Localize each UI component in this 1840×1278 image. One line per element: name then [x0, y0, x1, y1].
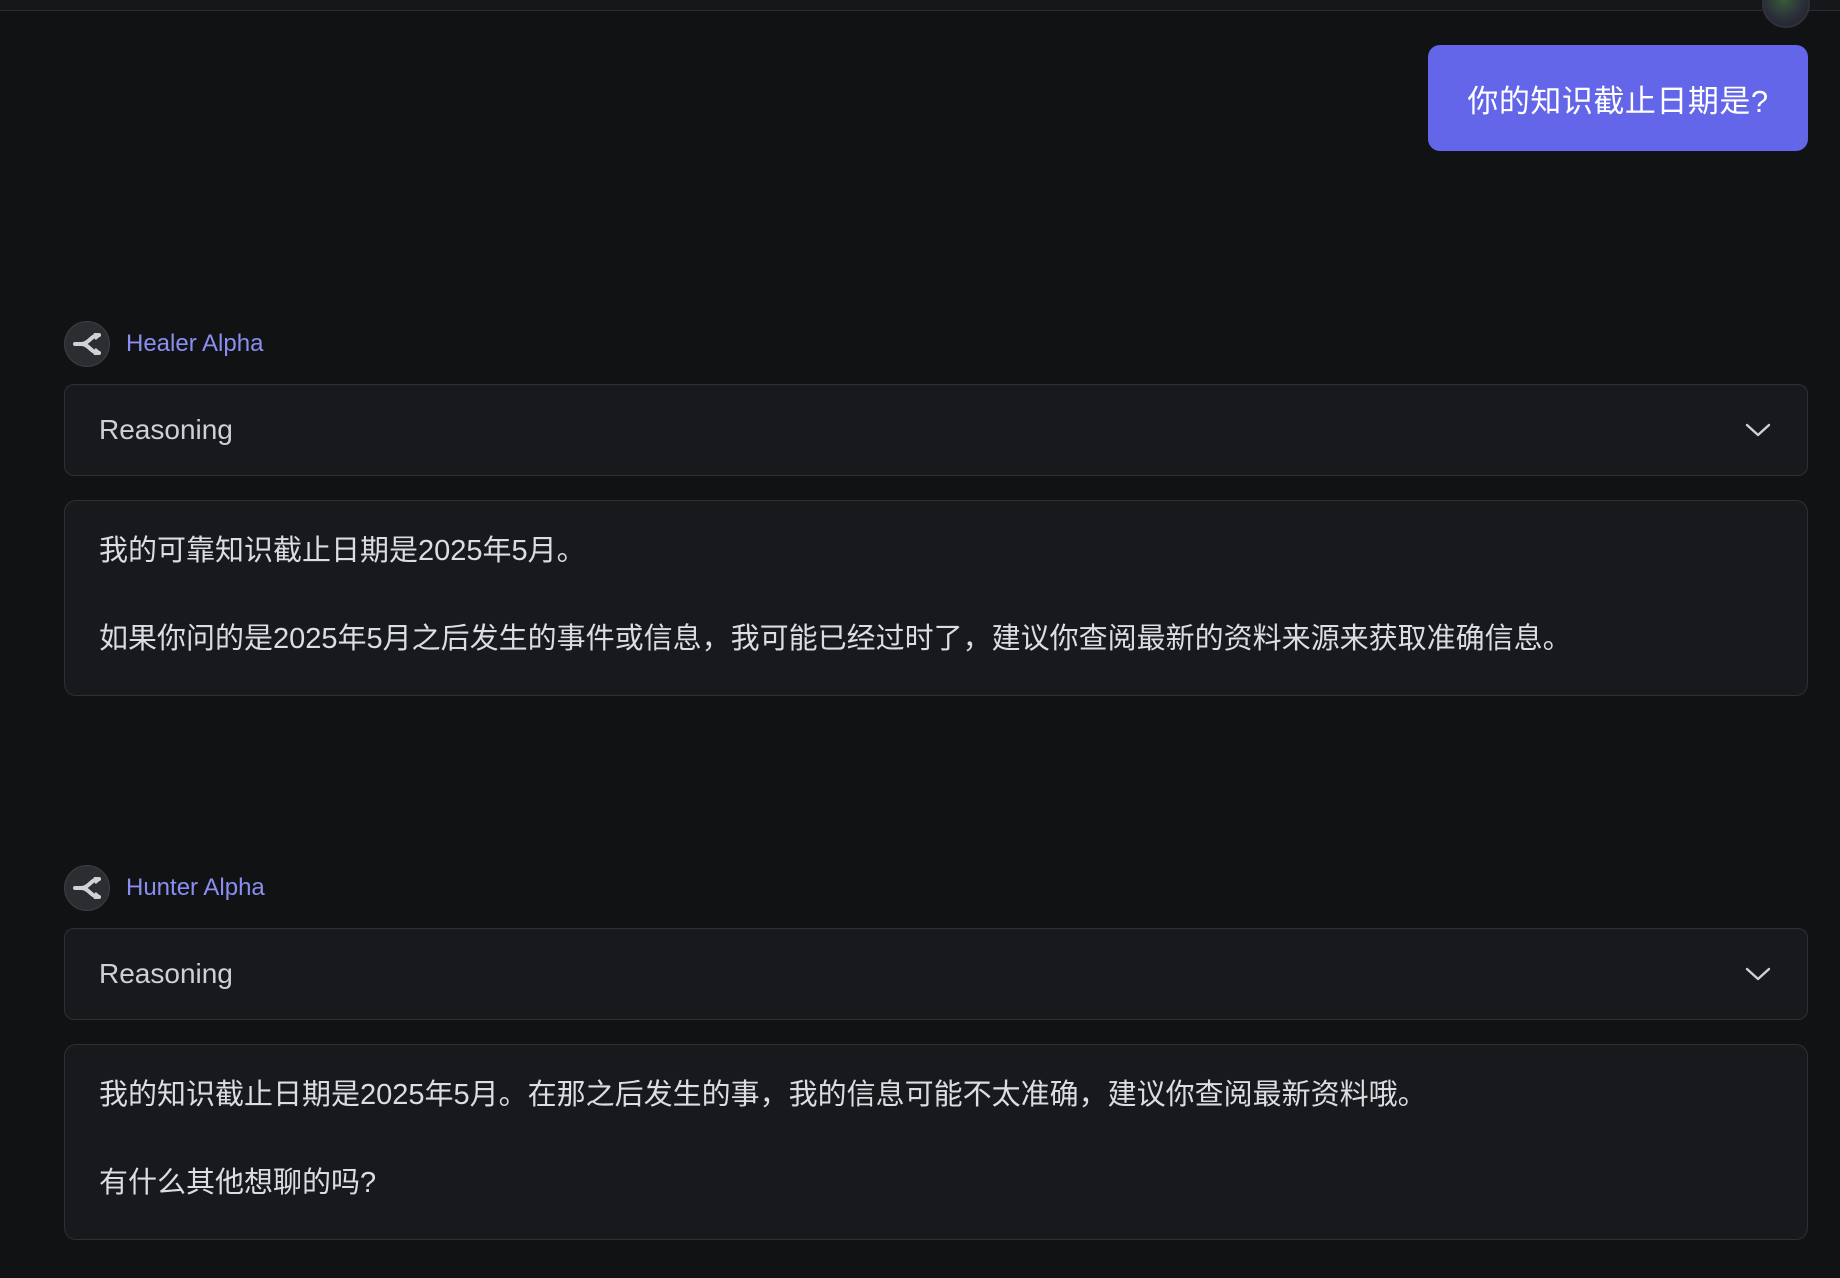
model-name: Healer Alpha [126, 330, 264, 357]
model-name: Hunter Alpha [126, 874, 265, 901]
reasoning-label: Reasoning [99, 958, 233, 989]
chevron-down-icon [1743, 959, 1773, 989]
user-message-text: 你的知识截止日期是? [1467, 83, 1769, 119]
reasoning-toggle[interactable]: Reasoning [64, 928, 1808, 1020]
openrouter-logo-icon [64, 865, 110, 911]
response-content: 我的可靠知识截止日期是2025年5月。 如果你问的是2025年5月之后发生的事件… [64, 500, 1808, 696]
openrouter-logo-icon [64, 321, 110, 367]
user-avatar[interactable] [1762, 0, 1810, 28]
chat-page: 你的知识截止日期是? Healer Alpha Reasoning 我的可靠知识… [0, 0, 1840, 1278]
reasoning-label: Reasoning [99, 414, 233, 445]
response-header: Hunter Alpha [64, 864, 265, 912]
top-divider [0, 0, 1840, 11]
response-paragraph: 我的知识截止日期是2025年5月。在那之后发生的事，我的信息可能不太准确，建议你… [99, 1079, 1427, 1111]
response-header: Healer Alpha [64, 320, 263, 368]
response-content: 我的知识截止日期是2025年5月。在那之后发生的事，我的信息可能不太准确，建议你… [64, 1044, 1808, 1240]
response-paragraph: 有什么其他想聊的吗? [99, 1167, 377, 1199]
chevron-down-icon [1743, 415, 1773, 445]
response-paragraph: 如果你问的是2025年5月之后发生的事件或信息，我可能已经过时了，建议你查阅最新… [99, 623, 1572, 655]
reasoning-toggle[interactable]: Reasoning [64, 384, 1808, 476]
response-paragraph: 我的可靠知识截止日期是2025年5月。 [99, 535, 586, 567]
user-message-bubble: 你的知识截止日期是? [1428, 45, 1808, 151]
